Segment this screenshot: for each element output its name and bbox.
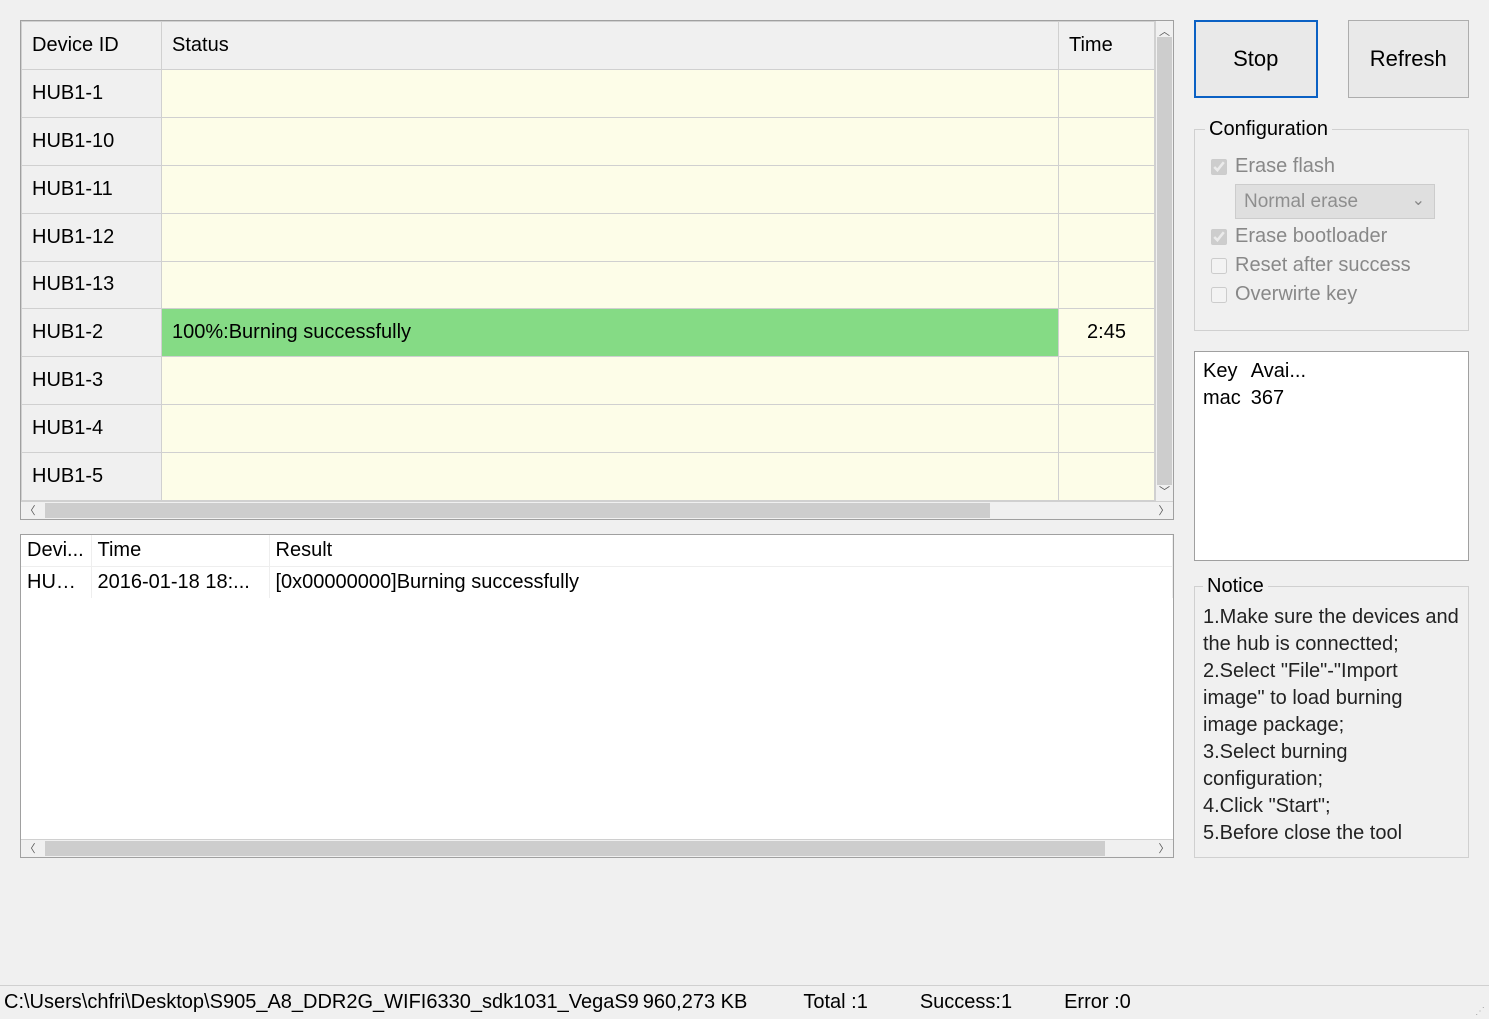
configuration-group: Configuration Erase flash Normal erase E… (1194, 118, 1469, 331)
reset-after-success-checkbox (1211, 258, 1227, 274)
status-success: Success:1 (894, 991, 1038, 1014)
table-row[interactable]: HUB1-10 (22, 117, 1155, 165)
table-row[interactable]: HUB1-2100%:Burning successfully2:45 (22, 309, 1155, 357)
stop-button[interactable]: Stop (1194, 20, 1318, 98)
scroll-left-icon[interactable]: 〈 (21, 502, 39, 519)
status-path: C:\Users\chfri\Desktop\S905_A8_DDR2G_WIF… (4, 991, 643, 1014)
device-table-header-id[interactable]: Device ID (22, 22, 162, 70)
device-status-cell (162, 213, 1059, 261)
scroll-right-icon[interactable]: 〉 (1155, 502, 1173, 519)
scroll-thumb[interactable] (45, 841, 1105, 856)
table-row[interactable]: HUB1-1 (22, 70, 1155, 118)
notice-group: Notice 1.Make sure the devices and the h… (1194, 575, 1469, 858)
device-time-cell (1059, 261, 1155, 309)
log-device-cell: HUB... (21, 567, 91, 599)
device-table: Device ID Status Time HUB1-1HUB1-10HUB1-… (20, 20, 1174, 520)
key-header-key[interactable]: Key (1203, 358, 1251, 385)
device-status-cell (162, 70, 1059, 118)
device-vertical-scrollbar[interactable]: ︿ ﹀ (1155, 21, 1173, 501)
device-table-header-time[interactable]: Time (1059, 22, 1155, 70)
table-row[interactable]: HUB1-13 (22, 261, 1155, 309)
key-table: Key Avai... mac367 (1194, 351, 1469, 561)
device-status-cell (162, 405, 1059, 453)
reset-after-success-label: Reset after success (1235, 254, 1411, 277)
key-cell: mac (1203, 385, 1251, 412)
device-id-cell: HUB1-10 (22, 117, 162, 165)
table-row[interactable]: HUB1-12 (22, 213, 1155, 261)
overwrite-key-checkbox (1211, 287, 1227, 303)
table-row[interactable]: HUB1-5 (22, 453, 1155, 501)
device-time-cell: 2:45 (1059, 309, 1155, 357)
device-status-cell (162, 165, 1059, 213)
device-status-cell (162, 261, 1059, 309)
status-size: 960,273 KB (643, 991, 778, 1014)
table-row[interactable]: HUB1-4 (22, 405, 1155, 453)
log-horizontal-scrollbar[interactable]: 〈 〉 (21, 839, 1173, 857)
device-time-cell (1059, 70, 1155, 118)
table-row (21, 629, 1173, 660)
table-row (21, 598, 1173, 629)
resize-grip-icon[interactable]: ⋰ (1475, 1009, 1485, 1015)
configuration-legend: Configuration (1205, 118, 1332, 141)
erase-bootloader-label: Erase bootloader (1235, 225, 1387, 248)
table-row[interactable]: HUB1-11 (22, 165, 1155, 213)
device-id-cell: HUB1-1 (22, 70, 162, 118)
device-status-cell (162, 453, 1059, 501)
device-status-cell: 100%:Burning successfully (162, 309, 1059, 357)
table-row (21, 753, 1173, 784)
device-id-cell: HUB1-11 (22, 165, 162, 213)
erase-bootloader-checkbox (1211, 229, 1227, 245)
table-row[interactable]: mac367 (1203, 385, 1316, 412)
key-header-avail[interactable]: Avai... (1251, 358, 1316, 385)
device-time-cell (1059, 213, 1155, 261)
notice-legend: Notice (1203, 575, 1268, 598)
table-row (21, 722, 1173, 753)
scroll-right-icon[interactable]: 〉 (1155, 840, 1173, 857)
overwrite-key-label: Overwirte key (1235, 283, 1357, 306)
log-time-cell: 2016-01-18 18:... (91, 567, 269, 599)
notice-text: 1.Make sure the devices and the hub is c… (1203, 604, 1460, 847)
scroll-left-icon[interactable]: 〈 (21, 840, 39, 857)
avail-cell: 367 (1251, 385, 1316, 412)
table-row[interactable]: HUB...2016-01-18 18:...[0x00000000]Burni… (21, 567, 1173, 599)
device-id-cell: HUB1-2 (22, 309, 162, 357)
erase-flash-checkbox (1211, 159, 1227, 175)
scroll-thumb[interactable] (1157, 37, 1172, 485)
device-id-cell: HUB1-5 (22, 453, 162, 501)
erase-flash-label: Erase flash (1235, 155, 1335, 178)
device-id-cell: HUB1-13 (22, 261, 162, 309)
device-horizontal-scrollbar[interactable]: 〈 〉 (21, 501, 1173, 519)
status-total: Total :1 (777, 991, 893, 1014)
log-header-time[interactable]: Time (91, 535, 269, 567)
table-row (21, 691, 1173, 722)
refresh-button[interactable]: Refresh (1348, 20, 1470, 98)
scroll-down-icon[interactable]: ﹀ (1156, 483, 1173, 499)
device-id-cell: HUB1-12 (22, 213, 162, 261)
status-bar: C:\Users\chfri\Desktop\S905_A8_DDR2G_WIF… (0, 985, 1489, 1019)
device-time-cell (1059, 405, 1155, 453)
log-table: Devi... Time Result HUB...2016-01-18 18:… (20, 534, 1174, 858)
device-time-cell (1059, 357, 1155, 405)
erase-mode-select: Normal erase (1235, 184, 1435, 219)
log-header-result[interactable]: Result (269, 535, 1173, 567)
device-time-cell (1059, 117, 1155, 165)
status-error: Error :0 (1038, 991, 1157, 1014)
device-status-cell (162, 117, 1059, 165)
table-row[interactable]: HUB1-3 (22, 357, 1155, 405)
device-status-cell (162, 357, 1059, 405)
device-table-header-status[interactable]: Status (162, 22, 1059, 70)
device-id-cell: HUB1-4 (22, 405, 162, 453)
log-header-device[interactable]: Devi... (21, 535, 91, 567)
table-row (21, 660, 1173, 691)
device-time-cell (1059, 165, 1155, 213)
log-result-cell: [0x00000000]Burning successfully (269, 567, 1173, 599)
device-id-cell: HUB1-3 (22, 357, 162, 405)
scroll-thumb[interactable] (45, 503, 990, 518)
device-time-cell (1059, 453, 1155, 501)
